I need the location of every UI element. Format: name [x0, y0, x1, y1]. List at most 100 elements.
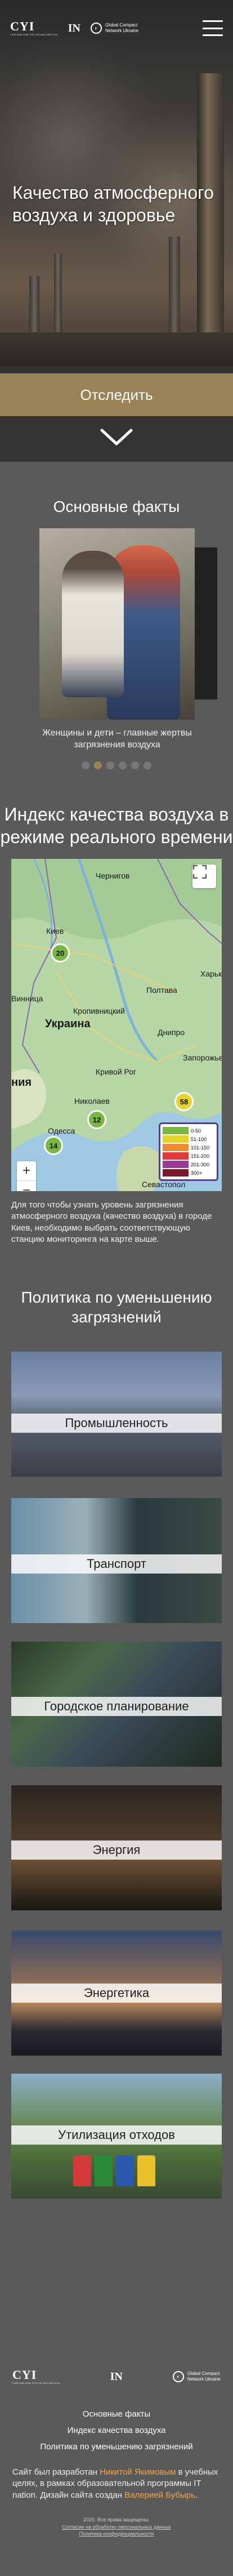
footer-link-policy[interactable]: Политика по уменьшению загрязнений [0, 2439, 233, 2455]
footer: CYI CENTER FOR YOUTH INITIATIVES IN ◐ Gl… [0, 2354, 233, 2576]
aqi-legend: 0-50 51-100 101-150 151-200 201-300 300+ [159, 1122, 218, 1181]
legend-swatch [163, 1169, 189, 1176]
footer-logos: CYI CENTER FOR YOUTH INITIATIVES IN ◐ Gl… [0, 2354, 233, 2399]
map-label-poltava: Полтава [146, 986, 177, 995]
carousel-dot[interactable] [119, 761, 127, 769]
cyi-logo-text: CYI [12, 2367, 37, 2382]
personal-data-consent-link[interactable]: Согласие на обработку персональных данны… [62, 2524, 171, 2530]
legend-range: 300+ [191, 1170, 203, 1176]
map-label-odesa: Одесса [48, 1126, 75, 1135]
carousel-dot[interactable] [106, 761, 114, 769]
footer-link-aqi[interactable]: Индекс качества воздуха [0, 2422, 233, 2439]
track-button[interactable]: Отследить [0, 373, 233, 416]
cyi-logo[interactable]: CYI CENTER FOR YOUTH INITIATIVES [10, 20, 58, 37]
credit-author-link[interactable]: Никитой Якимовым [100, 2467, 176, 2477]
legend-range: 0-50 [191, 1127, 201, 1134]
policy-section: Политика по уменьшению загрязнений Промы… [0, 1273, 233, 2230]
aqi-station-marker[interactable]: 20 [51, 943, 70, 962]
copyright-text: 2020. Все права защищены. [83, 2517, 150, 2522]
policy-card-energy[interactable]: Энергия [11, 1785, 222, 1910]
carousel-dot[interactable] [94, 761, 102, 769]
zoom-out-button[interactable]: − [17, 1180, 36, 1191]
legend-swatch [163, 1127, 189, 1134]
footer-copyright: 2020. Все права защищены. Согласие на об… [0, 2516, 233, 2538]
legend-swatch [163, 1144, 189, 1151]
aqi-description: Для того чтобы узнать уровень загрязнени… [11, 1200, 212, 1244]
global-compact-logo[interactable]: ◐ Global Compact Network Ukraine [172, 2371, 221, 2382]
aqi-station-marker[interactable]: 58 [174, 1092, 194, 1111]
hero-section: CYI CENTER FOR YOUTH INITIATIVES IN ◐ Gl… [0, 0, 233, 462]
privacy-policy-link[interactable]: Политика конфиденциальности [79, 2531, 154, 2537]
map-label-kropyvnytskyi: Кропивницкий [73, 1006, 125, 1015]
fullscreen-button[interactable] [192, 864, 216, 888]
map-label-kyiv: Киев [46, 926, 64, 935]
carousel-dot[interactable] [144, 761, 151, 769]
footer-credit: Сайт был разработан Никитой Якимовым в у… [12, 2467, 221, 2501]
footer-nav: Основные факты Индекс качества воздуха П… [0, 2406, 233, 2455]
legend-row: 201-300 [163, 1160, 214, 1169]
carousel-dot[interactable] [131, 761, 139, 769]
carousel-dots [0, 761, 233, 769]
credit-suffix: . [195, 2490, 198, 2500]
legend-range: 201-300 [191, 1161, 210, 1167]
aqi-map[interactable]: Чернигов Киев Харьк Полтава Винница Укра… [11, 859, 222, 1191]
hero-title: Качество атмосферного воздуха и здоровье [12, 182, 214, 225]
map-label-sevastopol: Севастопол [142, 1180, 186, 1189]
map-label-mykolaiv: Николаев [74, 1097, 110, 1106]
legend-row: 151-200 [163, 1152, 214, 1160]
aqi-section: Индекс качества воздуха в режиме реально… [0, 777, 233, 1273]
legend-range: 51-100 [191, 1136, 207, 1142]
policy-card-industry[interactable]: Промышленность [11, 1352, 222, 1477]
policy-card-waste[interactable]: Утилизация отходов [11, 2074, 222, 2199]
map-label-ukraine: Украина [45, 1018, 91, 1030]
legend-row: 51-100 [163, 1135, 214, 1143]
cyi-logo-subtext: CENTER FOR YOUTH INITIATIVES [12, 2382, 60, 2385]
policy-card-label: Городское планирование [11, 1697, 222, 1716]
policy-card-label: Утилизация отходов [11, 2125, 222, 2145]
next-slide-preview[interactable] [195, 547, 217, 699]
policy-card-label: Промышленность [11, 1414, 222, 1433]
hamburger-menu-icon[interactable] [203, 20, 223, 36]
carousel-dot[interactable] [82, 761, 89, 769]
top-bar: CYI CENTER FOR YOUTH INITIATIVES IN ◐ Gl… [0, 0, 233, 56]
legend-row: 300+ [163, 1169, 214, 1177]
cyi-logo-subtext: CENTER FOR YOUTH INITIATIVES [10, 33, 58, 37]
zoom-in-button[interactable]: + [17, 1161, 36, 1180]
in-logo[interactable]: IN [110, 2370, 123, 2383]
fullscreen-icon [192, 864, 207, 879]
policy-card-power[interactable]: Энергетика [11, 1931, 222, 2056]
policy-card-label: Энергия [11, 1840, 222, 1860]
scroll-down-chevron-icon[interactable] [98, 426, 135, 448]
gc-line2: Network Ukraine [105, 28, 139, 33]
policy-card-transport[interactable]: Транспорт [11, 1498, 222, 1623]
credit-designer-link[interactable]: Валерией Бубырь [124, 2490, 195, 2500]
aqi-station-marker[interactable]: 14 [44, 1136, 63, 1155]
footer-link-facts[interactable]: Основные факты [0, 2406, 233, 2422]
aqi-title: Индекс качества воздуха в режиме реально… [0, 804, 233, 847]
map-label-dnipro: Днипро [158, 1028, 185, 1037]
legend-range: 101-150 [191, 1144, 210, 1151]
globe-icon: ◐ [90, 23, 102, 34]
legend-row: 0-50 [163, 1126, 214, 1135]
cyi-logo[interactable]: CYI CENTER FOR YOUTH INITIATIVES [12, 2367, 60, 2385]
in-logo[interactable]: IN [68, 22, 80, 35]
policy-title: Политика по уменьшению загрязнений [21, 1289, 212, 1326]
map-label-chernihiv: Чернигов [96, 871, 130, 880]
globe-icon: ◐ [172, 2371, 184, 2382]
facts-section: Основные факты Женщины и дети – главные … [0, 462, 233, 777]
gc-line2: Network Ukraine [187, 2377, 221, 2382]
fact-caption: Женщины и дети – главные жертвы загрязне… [42, 728, 192, 750]
policy-card-urban-planning[interactable]: Городское планирование [11, 1642, 222, 1767]
map-label-zaporizhzhia: Запорожье [183, 1053, 222, 1062]
facts-title: Основные факты [53, 498, 180, 515]
recycling-bins-image [73, 2155, 155, 2186]
credit-prefix: Сайт был разработан [12, 2467, 98, 2477]
cyi-logo-text: CYI [10, 19, 35, 33]
zoom-controls: + − [17, 1161, 36, 1191]
gc-line1: Global Compact [105, 23, 138, 28]
global-compact-logo[interactable]: ◐ Global Compact Network Ukraine [90, 23, 139, 34]
aqi-station-marker[interactable]: 12 [87, 1110, 106, 1129]
policy-card-label: Транспорт [11, 1554, 222, 1574]
legend-range: 151-200 [191, 1153, 210, 1159]
map-label-vinnytsia: Винница [11, 994, 43, 1003]
